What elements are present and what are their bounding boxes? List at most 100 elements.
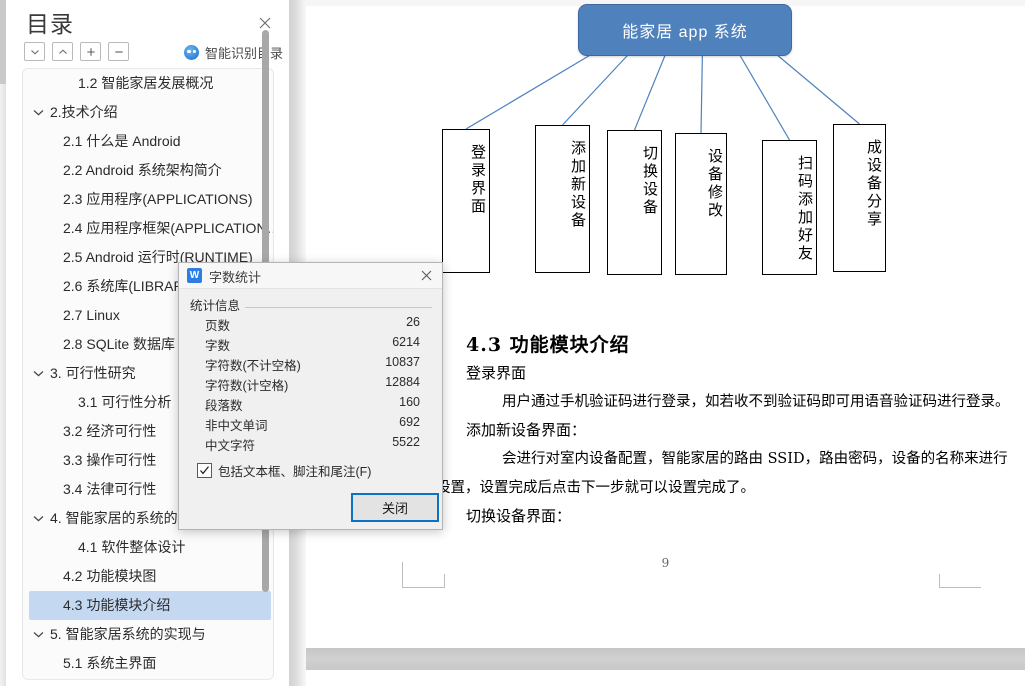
toc-item[interactable]: 2.2 Android 系统架构简介 [23,156,273,185]
dialog-close-button[interactable]: 关闭 [351,493,439,522]
toc-item-selected[interactable]: 4.3 功能模块介绍 [29,591,271,620]
diagram-leaf-node: 登录界面 [442,129,490,273]
bullet-label: 添加新设备界面： [466,419,586,440]
chevron-down-icon [30,49,39,55]
stat-value: 10837 [385,355,420,369]
diagram-leaf-label: 设备修改 [676,148,726,220]
chevron-down-icon[interactable] [32,620,46,649]
diagram-leaf-node: 成设备分享 [833,124,886,272]
wps-app-icon: W [187,268,202,283]
toc-item-label: 2.4 应用程序框架(APPLICATION… [63,214,274,243]
chevron-down-icon[interactable] [32,359,46,388]
plus-icon [86,47,95,56]
stat-row: 段落数 160 [205,395,420,415]
stat-label: 字数 [205,335,230,354]
toc-item-label: 2.技术介绍 [50,98,118,127]
collapse-up-button[interactable] [52,42,73,61]
toc-item-label: 1.2 智能家居发展概况 [78,69,213,98]
paragraph: 会进行对室内设备配置，智能家居的路由 SSID，路由密码，设备的名称来进行 [502,447,1008,468]
bullet-label: 切换设备界面： [466,505,571,526]
diagram-leaf-label: 成设备分享 [834,139,885,229]
next-page [306,670,1025,686]
collapse-all-button[interactable] [108,42,129,61]
toc-item-label: 3.4 法律可行性 [63,475,156,504]
toc-item-label: 5. 智能家居系统的实现与 [50,620,206,649]
diagram-leaf-node: 添加新设备 [535,125,590,273]
stat-label: 字符数(计空格) [205,375,288,394]
page-gap [306,648,1025,670]
toc-item-label: 2.2 Android 系统架构简介 [63,156,222,185]
chevron-down-icon[interactable] [32,504,46,533]
stat-value: 692 [399,415,420,429]
stat-row: 字数 6214 [205,335,420,355]
toc-item-label: 2.3 应用程序(APPLICATIONS) [63,185,253,214]
page-number: 9 [306,556,1025,570]
expand-all-button[interactable] [80,42,101,61]
stat-value: 6214 [392,335,420,349]
stat-row: 中文字符5522 [205,435,420,455]
paragraph: 用户通过手机验证码进行登录，如若收不到验证码即可用语音验证码进行登录。 [502,390,1010,411]
close-icon[interactable] [257,15,273,31]
toc-item[interactable]: 2.3 应用程序(APPLICATIONS) [23,185,273,214]
stat-label: 页数 [205,315,230,334]
toc-item-label: 4.1 软件整体设计 [78,533,185,562]
stat-label: 段落数 [205,395,243,414]
toc-item-label: 5.1 系统主界面 [63,649,156,678]
include-textboxes-checkbox[interactable]: 包括文本框、脚注和尾注(F) [197,461,371,480]
function-module-diagram: 能家居 app 系统 登录界面 添加新设备切换设备设备修改扫码添加好友成设备分享 [306,0,1025,300]
stat-value: 160 [399,395,420,409]
toc-item[interactable]: 1.2 智能家居发展概况 [23,69,273,98]
stat-label: 字符数(不计空格) [205,355,301,374]
diagram-leaf-label: 扫码添加好友 [763,155,816,263]
diagram-leaf-node: 切换设备 [607,130,662,275]
diagram-leaf-label: 切换设备 [608,145,661,217]
toc-item[interactable]: 2.4 应用程序框架(APPLICATION… [23,214,273,243]
toc-item-label: 2.1 什么是 Android [63,127,181,156]
diagram-leaf-label: 登录界面 [443,144,489,216]
bullet-label: 登录界面 [466,362,526,383]
dialog-close-icon[interactable] [420,269,433,282]
toc-item[interactable]: 2.技术介绍 [23,98,273,127]
toc-item-label: 3. 可行性研究 [50,359,136,388]
diagram-leaf-node: 扫码添加好友 [762,140,817,275]
toc-item-label: 4.2 功能模块图 [63,562,156,591]
stat-row: 页数 26 [205,315,420,335]
paragraph: 设置，设置完成后点击下一步就可以设置完成了。 [436,476,755,497]
stat-value: 5522 [392,435,420,449]
diagram-root-node: 能家居 app 系统 [578,4,792,56]
diagram-leaf-node: 设备修改 [675,133,727,275]
stat-row: 非中文单词 692 [205,415,420,435]
toc-item-label: 2.7 Linux [63,301,120,330]
navigation-toolbar: 智能识别目录 [6,40,289,68]
chevron-up-icon [58,49,67,55]
ai-sparkle-icon [184,45,199,60]
navigation-header: 目录 [6,0,289,38]
toc-item[interactable]: 4.2 功能模块图 [23,562,273,591]
diagram-leaf-label: 添加新设备 [536,140,589,230]
dialog-title: 字数统计 [209,267,261,286]
ai-toc-label: 智能识别目录 [205,43,283,62]
stat-label: 非中文单词 [205,415,268,434]
checkbox-box[interactable] [197,463,212,478]
toc-item-label: 3.3 操作可行性 [63,446,156,475]
chevron-down-icon[interactable] [32,98,46,127]
toc-item-label: 3.2 经济可行性 [63,417,156,446]
dialog-titlebar[interactable]: W 字数统计 [179,263,442,289]
toc-item[interactable]: 5.2 登录主界面 [23,678,273,680]
checkbox-label: 包括文本框、脚注和尾注(F) [218,461,371,480]
collapse-down-button[interactable] [24,42,45,61]
wps-writer-window: 目录 [0,0,1025,686]
stats-group-label: 统计信息 [190,295,245,314]
toc-item[interactable]: 2.1 什么是 Android [23,127,273,156]
toc-item[interactable]: 4.1 软件整体设计 [23,533,273,562]
toc-item-label: 5.2 登录主界面 [63,678,156,680]
minus-icon [114,47,123,56]
toc-item[interactable]: 5. 智能家居系统的实现与 [23,620,273,649]
word-count-dialog[interactable]: W 字数统计 统计信息 页数 26 字数 6214 字符数(不计空格) 10837 字符数(… [178,262,443,530]
stat-value: 26 [406,315,420,329]
toc-item-label: 4.3 功能模块介绍 [63,591,170,620]
toc-item[interactable]: 5.1 系统主界面 [23,649,273,678]
section-heading: 4.3 功能模块介绍 [466,330,630,357]
page-title: 目录 [26,5,74,39]
stat-row: 字符数(计空格)12884 [205,375,420,395]
